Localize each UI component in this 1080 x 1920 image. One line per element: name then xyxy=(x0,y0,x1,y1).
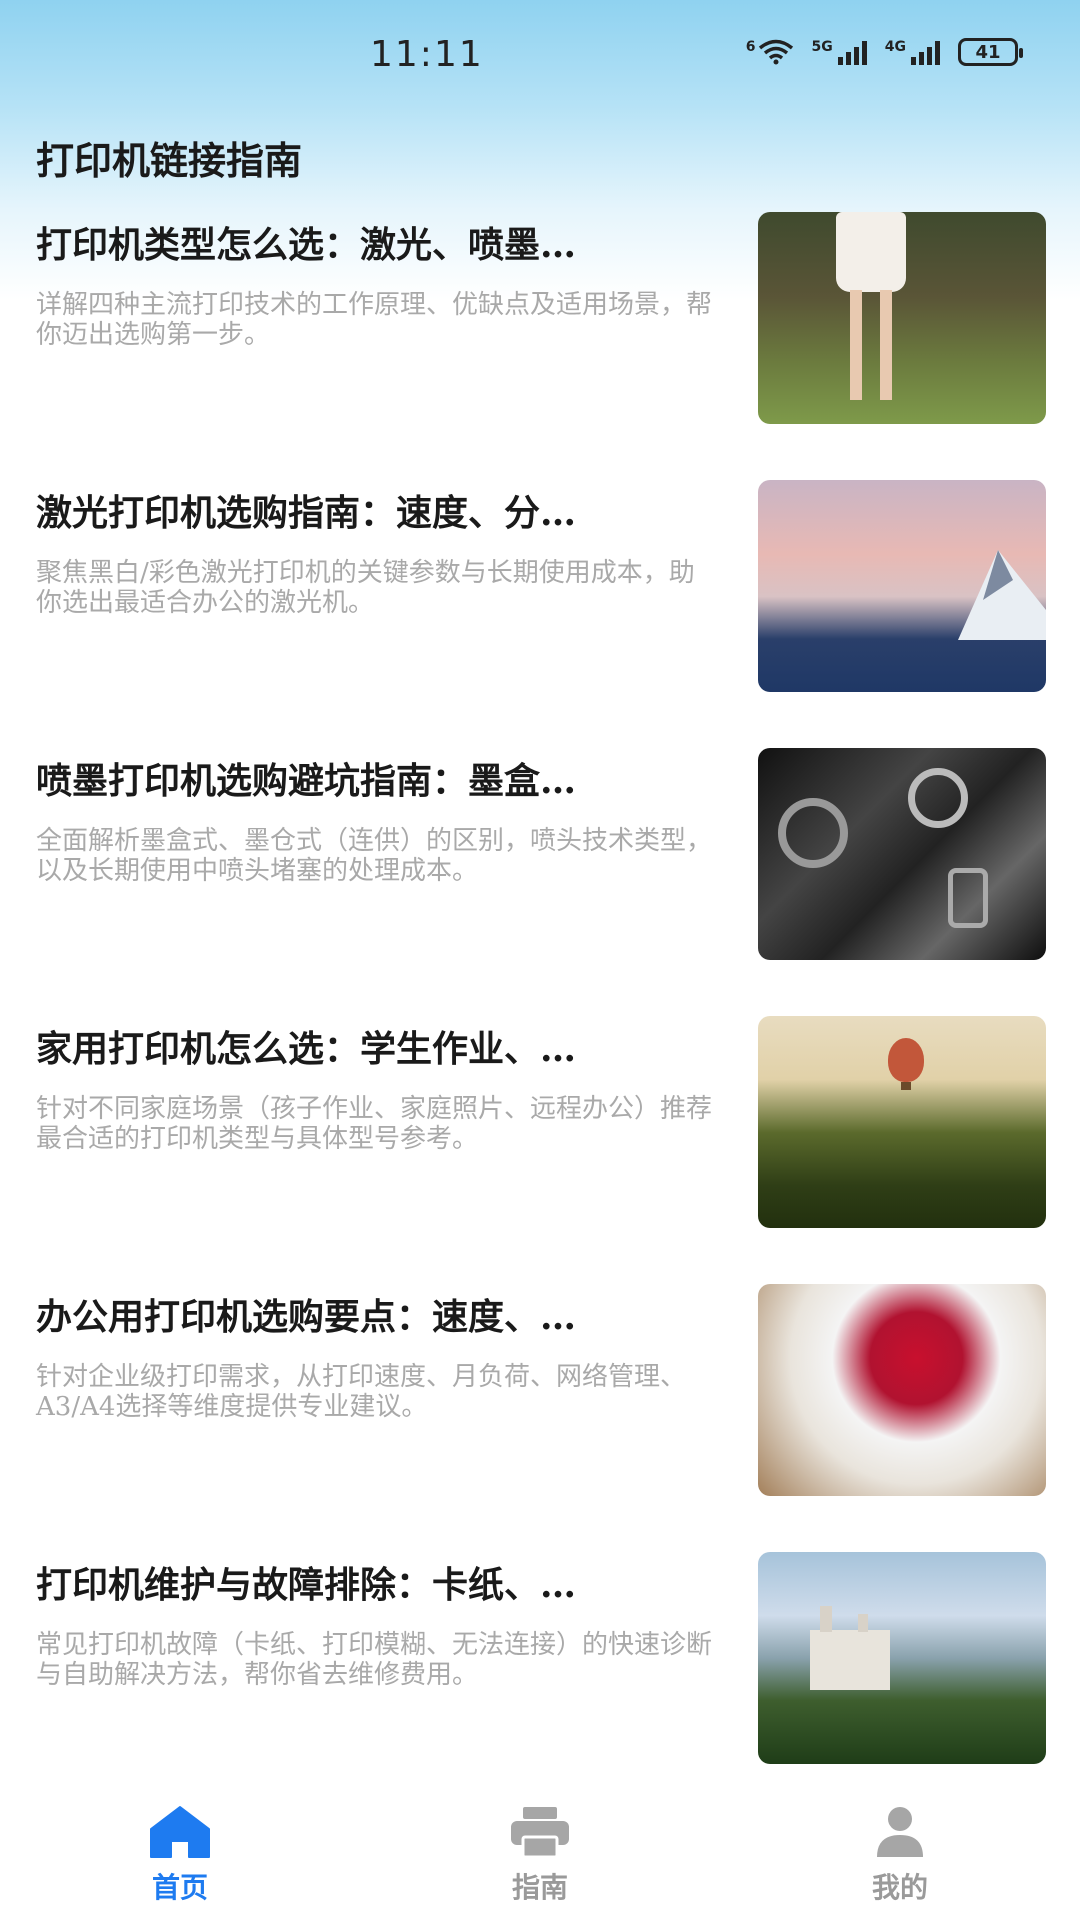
net1-label: 5G xyxy=(811,39,833,55)
status-bar: 11:11 6 5G 4G 41 xyxy=(0,0,1080,110)
article-item[interactable]: 办公用打印机选购要点：速度、… 针对企业级打印需求，从打印速度、月负荷、网络管理… xyxy=(0,1284,1080,1552)
bottom-nav: 首页 指南 我的 xyxy=(0,1780,1080,1920)
article-item[interactable]: 喷墨打印机选购避坑指南：墨盒… 全面解析墨盒式、墨仓式（连供）的区别，喷头技术类… xyxy=(0,748,1080,1016)
article-thumbnail xyxy=(758,480,1046,692)
wifi-label: 6 xyxy=(745,39,756,55)
article-list: 打印机类型怎么选：激光、喷墨… 详解四种主流打印技术的工作原理、优缺点及适用场景… xyxy=(0,212,1080,1820)
article-description: 针对不同家庭场景（孩子作业、家庭照片、远程办公）推荐最合适的打印机类型与具体型号… xyxy=(36,1094,713,1154)
nav-label-guide: 指南 xyxy=(511,1871,568,1904)
home-icon xyxy=(148,1804,212,1860)
page-title: 打印机链接指南 xyxy=(36,138,303,183)
user-icon xyxy=(868,1804,932,1860)
article-description: 全面解析墨盒式、墨仓式（连供）的区别，喷头技术类型，以及长期使用中喷头堵塞的处理… xyxy=(36,826,713,886)
nav-label-profile: 我的 xyxy=(871,1871,928,1904)
article-description: 针对企业级打印需求，从打印速度、月负荷、网络管理、A3/A4选择等维度提供专业建… xyxy=(36,1362,687,1422)
signal-4g-icon: 4G xyxy=(885,39,940,65)
status-time: 11:11 xyxy=(370,34,484,75)
article-title: 家用打印机怎么选：学生作业、… xyxy=(36,1028,577,1070)
nav-item-guide[interactable]: 指南 xyxy=(440,1804,640,1906)
nav-item-home[interactable]: 首页 xyxy=(80,1804,280,1906)
article-description: 聚焦黑白/彩色激光打印机的关键参数与长期使用成本，助你选出最适合办公的激光机。 xyxy=(36,558,695,618)
article-thumbnail xyxy=(758,212,1046,424)
article-title: 打印机维护与故障排除：卡纸、… xyxy=(36,1564,577,1606)
battery-level: 41 xyxy=(975,41,1001,63)
net2-label: 4G xyxy=(884,39,906,55)
nav-item-profile[interactable]: 我的 xyxy=(800,1804,1000,1906)
article-thumbnail xyxy=(758,1016,1046,1228)
article-thumbnail xyxy=(758,748,1046,960)
signal-5g-icon: 5G xyxy=(812,39,867,65)
article-title: 办公用打印机选购要点：速度、… xyxy=(36,1296,577,1338)
article-thumbnail xyxy=(758,1284,1046,1496)
article-item[interactable]: 打印机类型怎么选：激光、喷墨… 详解四种主流打印技术的工作原理、优缺点及适用场景… xyxy=(0,212,1080,480)
printer-icon xyxy=(508,1804,572,1860)
article-item[interactable]: 家用打印机怎么选：学生作业、… 针对不同家庭场景（孩子作业、家庭照片、远程办公）… xyxy=(0,1016,1080,1284)
nav-label-home: 首页 xyxy=(151,1871,208,1904)
wifi-icon: 6 xyxy=(746,39,794,65)
article-title: 激光打印机选购指南：速度、分… xyxy=(36,492,577,534)
article-thumbnail xyxy=(758,1552,1046,1764)
status-icons: 6 5G 4G 41 xyxy=(746,38,1023,66)
article-description: 详解四种主流打印技术的工作原理、优缺点及适用场景，帮你迈出选购第一步。 xyxy=(36,290,713,350)
article-description: 常见打印机故障（卡纸、打印模糊、无法连接）的快速诊断与自助解决方法，帮你省去维修… xyxy=(36,1630,713,1690)
article-title: 喷墨打印机选购避坑指南：墨盒… xyxy=(36,760,577,802)
wifi-glyph xyxy=(758,39,793,65)
article-title: 打印机类型怎么选：激光、喷墨… xyxy=(36,224,577,266)
battery-icon: 41 xyxy=(958,38,1023,66)
article-item[interactable]: 激光打印机选购指南：速度、分… 聚焦黑白/彩色激光打印机的关键参数与长期使用成本… xyxy=(0,480,1080,748)
